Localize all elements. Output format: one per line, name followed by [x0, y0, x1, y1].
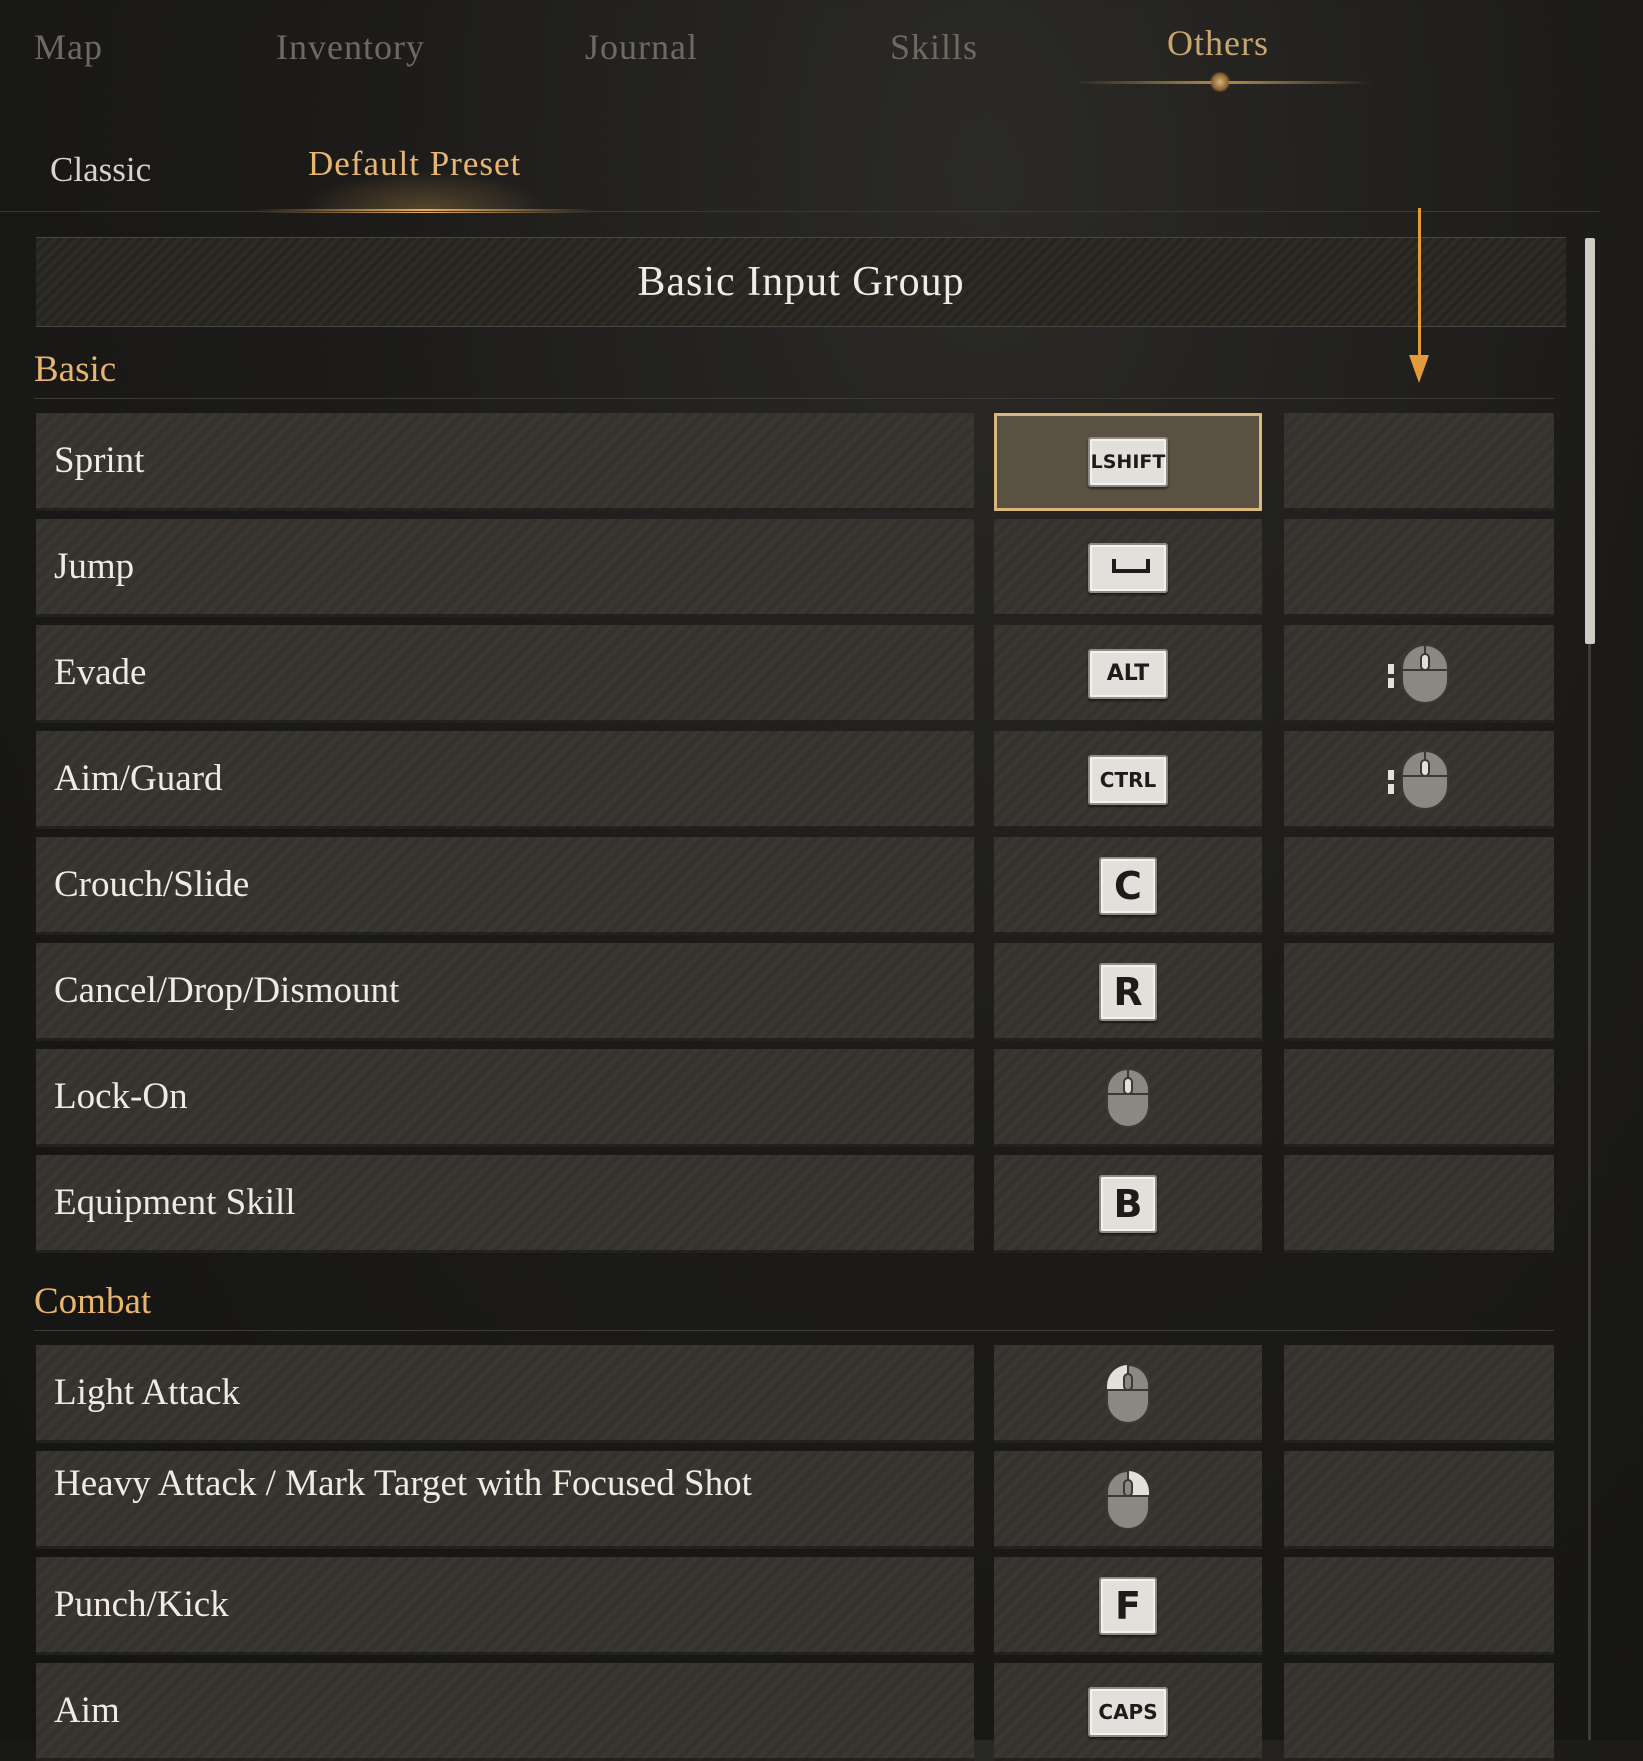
section-title-combat: Combat [34, 1281, 152, 1322]
group-header: Basic Input Group [36, 237, 1566, 327]
tab-map[interactable]: Map [34, 26, 103, 68]
binding-label: Punch/Kick [54, 1584, 229, 1625]
binding-row-cancel-drop-dismount: Cancel/Drop/Dismount R [36, 943, 1554, 1041]
binding-row-heavy-attack: Heavy Attack / Mark Target with Focused … [36, 1451, 1554, 1549]
binding-label-cell: Heavy Attack / Mark Target with Focused … [36, 1451, 974, 1549]
primary-binding-slot[interactable] [994, 1345, 1262, 1443]
secondary-binding-slot[interactable] [1284, 837, 1554, 935]
binding-label: Crouch/Slide [54, 864, 250, 905]
secondary-binding-slot[interactable] [1284, 1155, 1554, 1253]
primary-binding-slot[interactable]: LSHIFT [994, 413, 1262, 511]
binding-label-cell: Jump [36, 519, 974, 617]
binding-row-lock-on: Lock-On [36, 1049, 1554, 1147]
binding-row-evade: Evade ALT [36, 625, 1554, 723]
binding-label-cell: Punch/Kick [36, 1557, 974, 1655]
space-key-icon [1088, 543, 1168, 593]
subtab-classic[interactable]: Classic [50, 150, 151, 190]
binding-label-cell: Lock-On [36, 1049, 974, 1147]
annotation-arrow-down-icon [1409, 355, 1429, 383]
binding-label: Cancel/Drop/Dismount [54, 970, 400, 1011]
section-title-basic: Basic [34, 349, 117, 390]
mouse-side-button-icon [1386, 748, 1452, 812]
subtab-divider [0, 211, 1600, 212]
binding-row-crouch-slide: Crouch/Slide C [36, 837, 1554, 935]
binding-row-jump: Jump [36, 519, 1554, 617]
binding-label-cell: Cancel/Drop/Dismount [36, 943, 974, 1041]
f-key-icon: F [1099, 1577, 1157, 1635]
binding-label-cell: Aim [36, 1663, 974, 1761]
section-divider [34, 1330, 1554, 1331]
tab-inventory[interactable]: Inventory [276, 26, 425, 68]
lshift-key-icon: LSHIFT [1088, 437, 1168, 487]
binding-label: Equipment Skill [54, 1182, 296, 1223]
primary-binding-slot[interactable]: CTRL [994, 731, 1262, 829]
mouse-right-button-icon [1105, 1468, 1151, 1532]
primary-binding-slot[interactable] [994, 519, 1262, 617]
scrollbar-thumb[interactable] [1585, 238, 1595, 644]
tab-journal[interactable]: Journal [585, 26, 698, 68]
primary-binding-slot[interactable] [994, 1451, 1262, 1549]
binding-label-cell: Evade [36, 625, 974, 723]
binding-label-cell: Sprint [36, 413, 974, 511]
binding-label: Light Attack [54, 1372, 240, 1413]
active-tab-indicator-icon [1210, 72, 1230, 92]
binding-row-equipment-skill: Equipment Skill B [36, 1155, 1554, 1253]
binding-label-cell: Crouch/Slide [36, 837, 974, 935]
annotation-arrow-line [1418, 208, 1421, 358]
mouse-middle-button-icon [1105, 1066, 1151, 1130]
primary-binding-slot[interactable] [994, 1049, 1262, 1147]
primary-binding-slot[interactable]: B [994, 1155, 1262, 1253]
primary-binding-slot[interactable]: C [994, 837, 1262, 935]
primary-binding-slot[interactable]: ALT [994, 625, 1262, 723]
tab-skills[interactable]: Skills [890, 26, 978, 68]
r-key-icon: R [1099, 963, 1157, 1021]
mouse-side-button-icon [1386, 642, 1452, 706]
primary-binding-slot[interactable]: CAPS [994, 1663, 1262, 1761]
secondary-binding-slot[interactable] [1284, 731, 1554, 829]
group-title: Basic Input Group [637, 259, 965, 305]
binding-label: Jump [54, 546, 135, 587]
b-key-icon: B [1099, 1175, 1157, 1233]
secondary-binding-slot[interactable] [1284, 943, 1554, 1041]
binding-label: Evade [54, 652, 147, 693]
binding-label-cell: Aim/Guard [36, 731, 974, 829]
primary-binding-slot[interactable]: R [994, 943, 1262, 1041]
binding-row-aim-guard: Aim/Guard CTRL [36, 731, 1554, 829]
top-tab-bar: Map Inventory Journal Skills Others [0, 0, 1643, 110]
secondary-binding-slot[interactable] [1284, 625, 1554, 723]
c-key-icon: C [1099, 857, 1157, 915]
secondary-binding-slot[interactable] [1284, 519, 1554, 617]
tab-others[interactable]: Others [1167, 22, 1269, 64]
secondary-binding-slot[interactable] [1284, 1557, 1554, 1655]
binding-label: Heavy Attack / Mark Target with Focused … [54, 1463, 752, 1504]
binding-row-light-attack: Light Attack [36, 1345, 1554, 1443]
alt-key-icon: ALT [1088, 649, 1168, 699]
subtab-default-preset[interactable]: Default Preset [308, 144, 521, 184]
secondary-binding-slot[interactable] [1284, 1049, 1554, 1147]
secondary-binding-slot[interactable] [1284, 1345, 1554, 1443]
mouse-left-button-icon [1105, 1362, 1151, 1426]
secondary-binding-slot[interactable] [1284, 413, 1554, 511]
binding-label-cell: Light Attack [36, 1345, 974, 1443]
binding-row-aim: Aim CAPS [36, 1663, 1554, 1761]
primary-binding-slot[interactable]: F [994, 1557, 1262, 1655]
binding-label: Aim/Guard [54, 758, 223, 799]
secondary-binding-slot[interactable] [1284, 1451, 1554, 1549]
binding-row-sprint: Sprint LSHIFT [36, 413, 1554, 511]
ctrl-key-icon: CTRL [1088, 755, 1168, 805]
caps-key-icon: CAPS [1088, 1687, 1168, 1737]
binding-label-cell: Equipment Skill [36, 1155, 974, 1253]
binding-row-punch-kick: Punch/Kick F [36, 1557, 1554, 1655]
binding-label: Aim [54, 1690, 120, 1731]
section-divider [34, 398, 1554, 399]
binding-label: Sprint [54, 440, 145, 481]
secondary-binding-slot[interactable] [1284, 1663, 1554, 1761]
binding-label: Lock-On [54, 1076, 188, 1117]
